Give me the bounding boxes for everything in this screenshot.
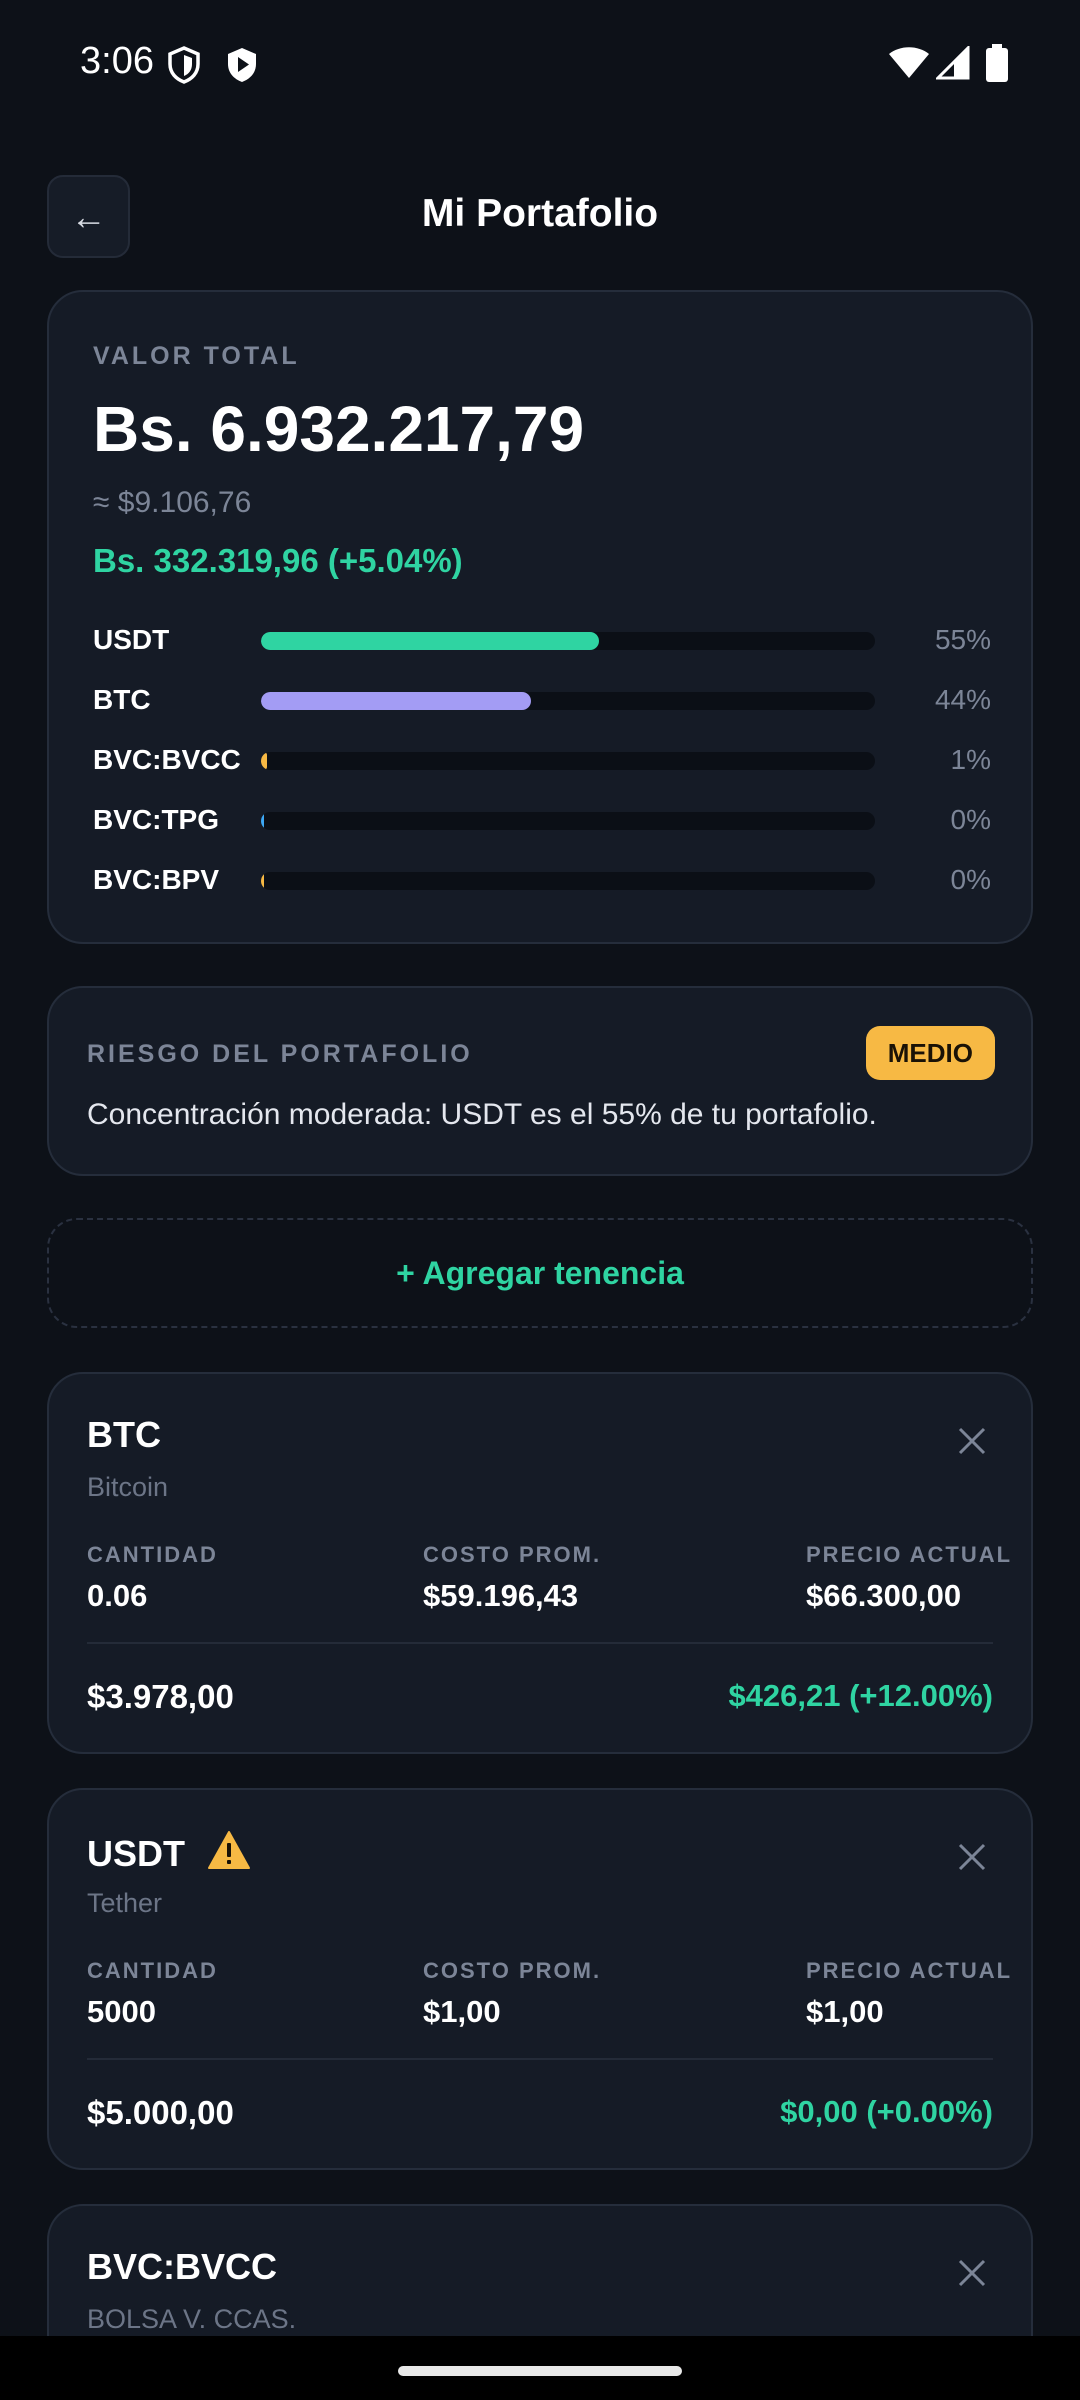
allocation-row-bvcc: BVC:BVCC 1% xyxy=(93,740,991,780)
avg-cost-value: $59.196,43 xyxy=(423,1578,579,1613)
risk-level-badge: MEDIO xyxy=(865,1026,995,1080)
allocation-row-btc: BTC 44% xyxy=(93,680,991,720)
close-icon[interactable] xyxy=(957,1426,987,1456)
allocation-percent: 55% xyxy=(934,624,991,655)
close-icon[interactable] xyxy=(957,1842,987,1872)
allocation-percent: 44% xyxy=(934,684,991,715)
allocation-bar-fill xyxy=(261,872,265,890)
allocation-row-usdt: USDT 55% xyxy=(93,620,991,660)
allocation-percent: 0% xyxy=(950,804,991,835)
allocation-bar xyxy=(261,812,875,830)
total-value-label: VALOR TOTAL xyxy=(93,342,300,370)
quantity-label: CANTIDAD xyxy=(87,1958,218,1983)
allocation-percent: 1% xyxy=(950,744,991,775)
avg-cost-label: COSTO PROM. xyxy=(423,1542,602,1567)
risk-description: Concentración moderada: USDT es el 55% d… xyxy=(87,1098,877,1131)
total-value-usd: ≈ $9.106,76 xyxy=(93,486,252,519)
page-title: Mi Portafolio xyxy=(421,192,659,235)
divider xyxy=(87,2058,993,2060)
holding-total-value: $5.000,00 xyxy=(87,2094,234,2131)
holding-symbol: USDT xyxy=(87,1833,185,1874)
battery-icon xyxy=(986,44,1008,87)
avg-cost-value: $1,00 xyxy=(423,1994,501,2029)
holding-symbol: BVC:BVCC xyxy=(87,2246,278,2287)
current-price-label: PRECIO ACTUAL xyxy=(806,1542,1013,1567)
allocation-bar xyxy=(261,632,875,650)
holding-symbol-row: USDT xyxy=(87,1830,251,1875)
holding-name: BOLSA V. CCAS. xyxy=(87,2304,297,2334)
allocation-row-tpg: BVC:TPG 0% xyxy=(93,800,991,840)
holding-name: Tether xyxy=(87,1888,163,1918)
quantity-value: 0.06 xyxy=(87,1578,148,1613)
shield-outline-icon xyxy=(166,46,202,89)
allocation-bar xyxy=(261,752,875,770)
allocation-bar-fill xyxy=(261,812,265,830)
wifi-icon xyxy=(888,46,930,85)
allocation-row-bpv: BVC:BPV 0% xyxy=(93,860,991,900)
avg-cost-label: COSTO PROM. xyxy=(423,1958,602,1983)
system-nav-bar xyxy=(0,2336,1080,2400)
status-bar: 3:06 xyxy=(0,0,1080,128)
holding-symbol: BTC xyxy=(87,1414,161,1455)
current-price-label: PRECIO ACTUAL xyxy=(806,1958,1013,1983)
total-value-change: Bs. 332.319,96 (+5.04%) xyxy=(93,542,463,579)
allocation-name: BVC:BVCC xyxy=(93,744,241,775)
allocation-bar-fill xyxy=(261,692,532,710)
allocation-name: USDT xyxy=(93,624,170,655)
allocation-bar xyxy=(261,872,875,890)
portfolio-risk-card: RIESGO DEL PORTAFOLIO MEDIO Concentració… xyxy=(47,986,1033,1176)
allocation-name: BTC xyxy=(93,684,151,715)
allocation-name: BVC:TPG xyxy=(93,804,219,835)
allocation-bar-fill xyxy=(261,752,268,770)
holding-profit-loss: $426,21 (+12.00%) xyxy=(728,1678,993,1713)
total-value-amount: Bs. 6.932.217,79 xyxy=(93,393,585,465)
add-holding-button[interactable]: + Agregar tenencia xyxy=(47,1218,1033,1328)
status-time: 3:06 xyxy=(80,40,154,82)
holding-card-btc[interactable]: BTC Bitcoin CANTIDAD COSTO PROM. PRECIO … xyxy=(47,1372,1033,1754)
holding-card-usdt[interactable]: USDT Tether CANTIDAD COSTO PROM. PRECIO … xyxy=(47,1788,1033,2170)
allocation-name: BVC:BPV xyxy=(93,864,220,895)
shield-play-icon xyxy=(224,46,260,89)
allocation-bar xyxy=(261,692,875,710)
signal-icon xyxy=(934,44,970,85)
allocation-bar-fill xyxy=(261,632,599,650)
holding-total-value: $3.978,00 xyxy=(87,1678,234,1715)
holding-profit-loss: $0,00 (+0.00%) xyxy=(780,2094,993,2129)
total-value-card: VALOR TOTAL Bs. 6.932.217,79 ≈ $9.106,76… xyxy=(47,290,1033,944)
divider xyxy=(87,1642,993,1644)
allocation-percent: 0% xyxy=(950,864,991,895)
risk-label: RIESGO DEL PORTAFOLIO xyxy=(87,1040,473,1068)
current-price-value: $1,00 xyxy=(806,1994,884,2029)
quantity-value: 5000 xyxy=(87,1994,156,2029)
home-gesture-handle[interactable] xyxy=(398,2366,682,2376)
current-price-value: $66.300,00 xyxy=(806,1578,962,1613)
holding-name: Bitcoin xyxy=(87,1472,169,1502)
quantity-label: CANTIDAD xyxy=(87,1542,218,1567)
warning-icon xyxy=(208,1831,251,1869)
close-icon[interactable] xyxy=(957,2258,987,2288)
